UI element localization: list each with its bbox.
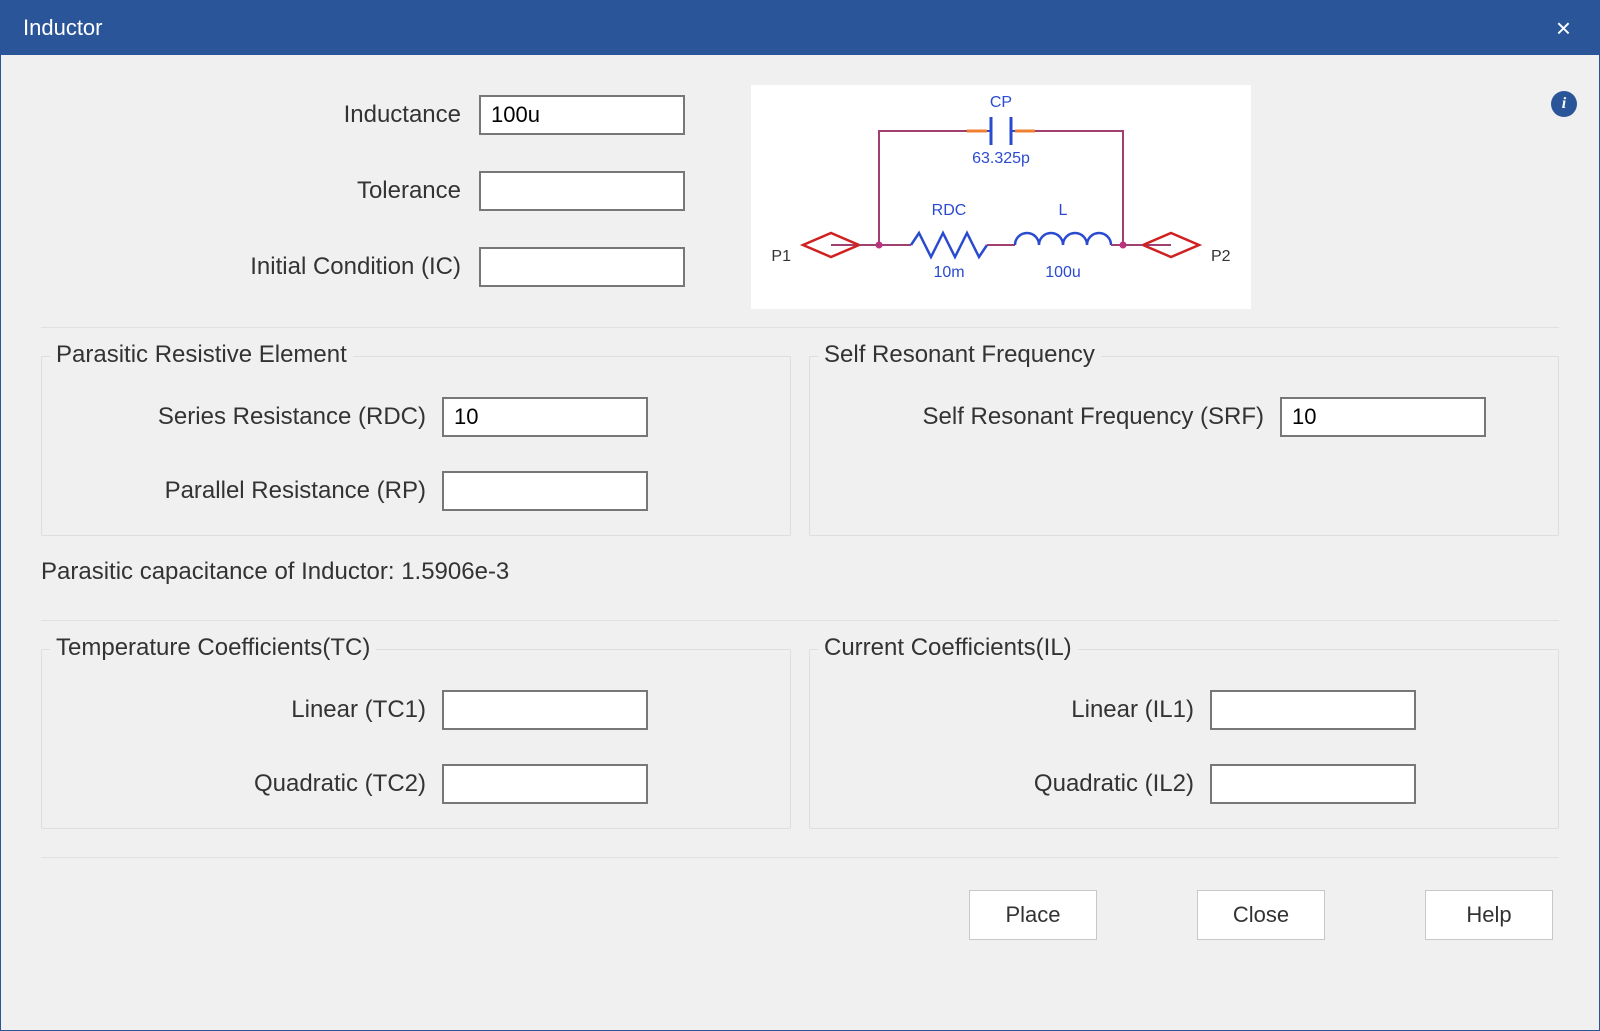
window-title: Inductor [23, 15, 103, 41]
title-bar[interactable]: Inductor × [1, 1, 1599, 55]
circuit-diagram: CP 63.325p [751, 85, 1251, 309]
inductance-label: Inductance [41, 101, 461, 129]
field-rdc: Series Resistance (RDC) [56, 397, 776, 437]
p2-label: P2 [1211, 248, 1231, 265]
il2-label: Quadratic (IL2) [824, 770, 1194, 798]
rp-field-label: Parallel Resistance (RP) [56, 477, 426, 505]
initial-condition-label: Initial Condition (IC) [41, 253, 461, 281]
group-current-coefficients: Current Coefficients(IL) Linear (IL1) Qu… [809, 649, 1559, 829]
dialog-content: Inductance Tolerance Initial Condition (… [1, 55, 1599, 1030]
field-il1: Linear (IL1) [824, 690, 1544, 730]
top-section: Inductance Tolerance Initial Condition (… [41, 83, 1559, 328]
parasitic-row: Parasitic Resistive Element Series Resis… [41, 356, 1559, 536]
info-icon[interactable]: i [1551, 91, 1577, 117]
tc1-input[interactable] [442, 690, 648, 730]
tc2-label: Quadratic (TC2) [56, 770, 426, 798]
l-label: L [1059, 202, 1068, 219]
rp-input[interactable] [442, 471, 648, 511]
help-button[interactable]: Help [1425, 890, 1553, 940]
cp-label: CP [990, 94, 1012, 111]
rdc-input[interactable] [442, 397, 648, 437]
tc1-label: Linear (TC1) [56, 696, 426, 724]
srf-input[interactable] [1280, 397, 1486, 437]
close-icon[interactable]: × [1550, 15, 1577, 41]
tolerance-label: Tolerance [41, 177, 461, 205]
self-resonant-title: Self Resonant Frequency [818, 341, 1101, 369]
initial-condition-input[interactable] [479, 247, 685, 287]
field-il2: Quadratic (IL2) [824, 764, 1544, 804]
il1-input[interactable] [1210, 690, 1416, 730]
field-initial-condition: Initial Condition (IC) [41, 247, 685, 287]
close-button[interactable]: Close [1197, 890, 1325, 940]
current-coeff-title: Current Coefficients(IL) [818, 634, 1078, 662]
field-tc1: Linear (TC1) [56, 690, 776, 730]
group-self-resonant: Self Resonant Frequency Self Resonant Fr… [809, 356, 1559, 536]
primary-fields: Inductance Tolerance Initial Condition (… [41, 83, 685, 287]
coefficients-row: Temperature Coefficients(TC) Linear (TC1… [41, 620, 1559, 829]
group-temperature-coefficients: Temperature Coefficients(TC) Linear (TC1… [41, 649, 791, 829]
dialog-window: Inductor × Inductance Tolerance Initial … [0, 0, 1600, 1031]
place-button[interactable]: Place [969, 890, 1097, 940]
group-parasitic-resistive: Parasitic Resistive Element Series Resis… [41, 356, 791, 536]
cp-value: 63.325p [972, 150, 1030, 167]
parasitic-resistive-title: Parasitic Resistive Element [50, 341, 353, 369]
srf-field-label: Self Resonant Frequency (SRF) [824, 403, 1264, 431]
inductance-input[interactable] [479, 95, 685, 135]
field-srf: Self Resonant Frequency (SRF) [824, 397, 1544, 437]
p1-label: P1 [771, 248, 791, 265]
button-row: Place Close Help [41, 857, 1559, 940]
field-tolerance: Tolerance [41, 171, 685, 211]
il1-label: Linear (IL1) [824, 696, 1194, 724]
field-inductance: Inductance [41, 95, 685, 135]
parasitic-capacitance-line: Parasitic capacitance of Inductor: 1.590… [41, 558, 1559, 586]
field-rp: Parallel Resistance (RP) [56, 471, 776, 511]
tolerance-input[interactable] [479, 171, 685, 211]
rdc-value: 10m [933, 264, 964, 281]
temp-coeff-title: Temperature Coefficients(TC) [50, 634, 376, 662]
tc2-input[interactable] [442, 764, 648, 804]
diagram-column: CP 63.325p [745, 83, 1559, 309]
rdc-field-label: Series Resistance (RDC) [56, 403, 426, 431]
rdc-label: RDC [932, 202, 967, 219]
l-value: 100u [1045, 264, 1081, 281]
circuit-svg: CP 63.325p [751, 85, 1251, 309]
field-tc2: Quadratic (TC2) [56, 764, 776, 804]
il2-input[interactable] [1210, 764, 1416, 804]
